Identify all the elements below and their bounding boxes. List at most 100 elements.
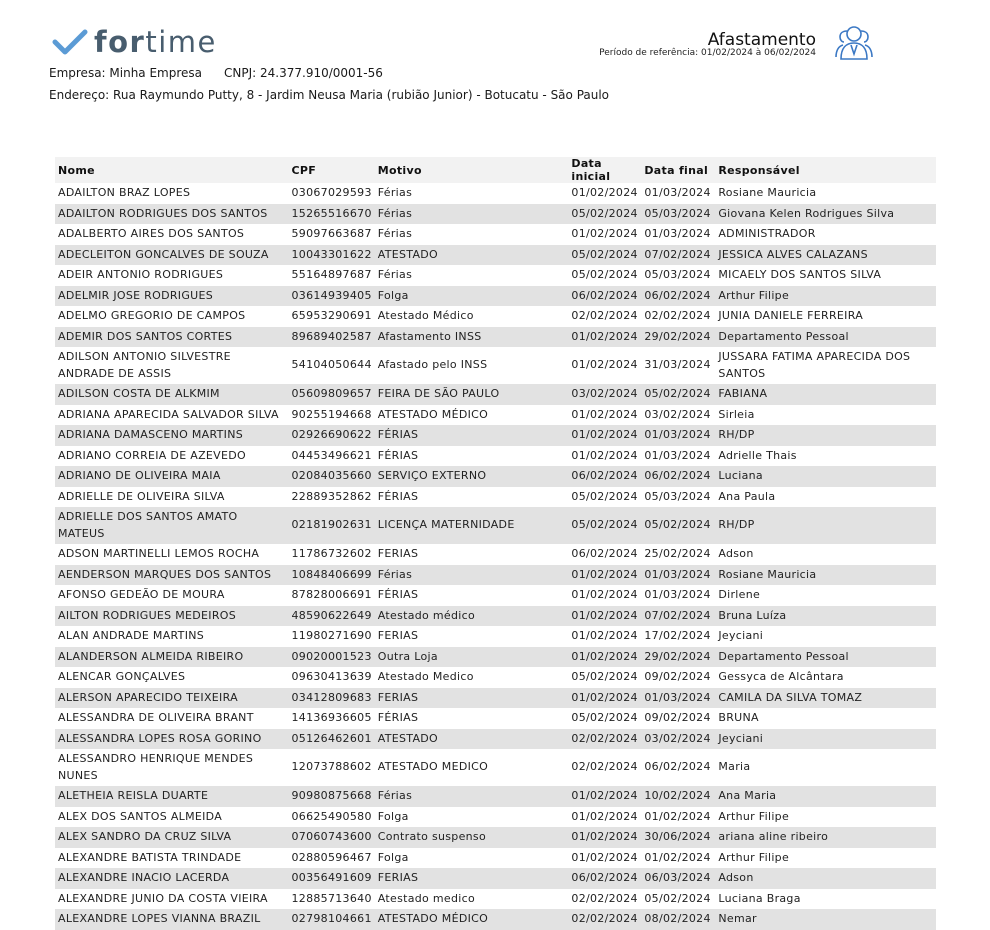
cell-responsavel: Adson [715, 544, 936, 565]
cell-data-inicial: 01/02/2024 [568, 183, 642, 204]
cell-motivo: SERVIÇO EXTERNO [374, 466, 569, 487]
cell-cpf: 11980271690 [288, 626, 375, 647]
company-name: Empresa: Minha Empresa [49, 66, 203, 80]
cell-nome: ALEXANDRE LOPES VIANNA BRAZIL [55, 909, 289, 930]
cell-data-inicial: 05/02/2024 [568, 667, 642, 688]
cell-responsavel: MICAELY DOS SANTOS SILVA [715, 265, 936, 286]
cell-responsavel: Rosiane Mauricia [715, 183, 936, 204]
col-header-motivo: Motivo [374, 157, 569, 183]
cell-cpf: 02798104661 [288, 909, 375, 930]
cell-data-final: 06/03/2024 [641, 868, 716, 889]
cell-nome: ADEIR ANTONIO RODRIGUES [55, 265, 289, 286]
cell-responsavel: Nemar [715, 909, 936, 930]
cell-data-inicial: 06/02/2024 [568, 544, 642, 565]
cell-motivo: FÉRIAS [374, 425, 569, 446]
cell-cpf: 03067029593 [288, 183, 375, 204]
cell-responsavel: BRUNA [715, 708, 936, 729]
cell-motivo: Contrato suspenso [374, 827, 569, 848]
cell-data-final: 05/02/2024 [641, 507, 716, 544]
cell-data-final: 05/03/2024 [641, 265, 716, 286]
cell-responsavel: ariana aline ribeiro [715, 827, 936, 848]
cell-data-final: 30/06/2024 [641, 827, 716, 848]
cell-nome: AILTON RODRIGUES MEDEIROS [55, 605, 289, 626]
cell-nome: ALESSANDRA DE OLIVEIRA BRANT [55, 708, 289, 729]
cell-motivo: Outra Loja [374, 646, 569, 667]
cell-data-inicial: 06/02/2024 [568, 466, 642, 487]
cell-motivo: ATESTADO MÉDICO [374, 909, 569, 930]
cell-data-inicial: 05/02/2024 [568, 708, 642, 729]
cell-responsavel: JUNIA DANIELE FERREIRA [715, 306, 936, 327]
table-row: ALANDERSON ALMEIDA RIBEIRO 09020001523 Out… [55, 646, 936, 667]
cell-responsavel: RH/DP [715, 425, 936, 446]
cell-cpf: 10043301622 [288, 244, 375, 265]
check-icon [52, 29, 88, 55]
cell-motivo: FERIAS [374, 687, 569, 708]
cell-data-inicial: 02/02/2024 [568, 749, 642, 786]
cell-data-inicial: 05/02/2024 [568, 244, 642, 265]
cell-data-final: 01/03/2024 [641, 687, 716, 708]
cell-nome: ADAILTON BRAZ LOPES [55, 183, 289, 204]
cell-data-final: 01/03/2024 [641, 224, 716, 245]
cell-responsavel: Rosiane Mauricia [715, 564, 936, 585]
cell-motivo: Atestado medico [374, 888, 569, 909]
cell-data-inicial: 01/02/2024 [568, 445, 642, 466]
cell-responsavel: Arthur Filipe [715, 285, 936, 306]
cell-data-inicial: 01/02/2024 [568, 687, 642, 708]
table-row: AFONSO GEDEÃO DE MOURA 87828006691 FÉRIAS 0… [55, 585, 936, 606]
cell-motivo: FEIRA DE SÃO PAULO [374, 384, 569, 405]
cell-data-final: 01/02/2024 [641, 847, 716, 868]
cell-responsavel: ADMINISTRADOR [715, 224, 936, 245]
cell-cpf: 06625490580 [288, 806, 375, 827]
cell-motivo: FÉRIAS [374, 708, 569, 729]
cell-cpf: 03614939405 [288, 285, 375, 306]
cell-motivo: Férias [374, 183, 569, 204]
cell-cpf: 02926690622 [288, 425, 375, 446]
cell-nome: ADILSON COSTA DE ALKMIM [55, 384, 289, 405]
cell-motivo: FERIAS [374, 868, 569, 889]
cell-nome: ALENCAR GONÇALVES [55, 667, 289, 688]
cell-data-final: 01/03/2024 [641, 564, 716, 585]
cell-cpf: 90255194668 [288, 404, 375, 425]
cell-motivo: Férias [374, 564, 569, 585]
cell-cpf: 02084035660 [288, 466, 375, 487]
brand-wordmark: fortime [94, 25, 217, 59]
cell-data-inicial: 01/02/2024 [568, 224, 642, 245]
cell-data-inicial: 02/02/2024 [568, 888, 642, 909]
company-cnpj: CNPJ: 24.377.910/0001-56 [224, 66, 383, 80]
cell-data-inicial: 01/02/2024 [568, 347, 642, 384]
cell-nome: ADRIANO CORREIA DE AZEVEDO [55, 445, 289, 466]
cell-nome: ADELMO GREGORIO DE CAMPOS [55, 306, 289, 327]
cell-responsavel: Gessyca de Alcântara [715, 667, 936, 688]
cell-data-inicial: 01/02/2024 [568, 425, 642, 446]
cell-cpf: 00356491609 [288, 868, 375, 889]
col-header-data-final: Data final [641, 157, 716, 183]
cell-data-inicial: 06/02/2024 [568, 868, 642, 889]
cell-motivo: FÉRIAS [374, 445, 569, 466]
cell-cpf: 11786732602 [288, 544, 375, 565]
cell-nome: ADALBERTO AIRES DOS SANTOS [55, 224, 289, 245]
cell-motivo: FÉRIAS [374, 486, 569, 507]
cell-data-final: 03/02/2024 [641, 728, 716, 749]
cell-motivo: ATESTADO [374, 728, 569, 749]
cell-nome: ADRIELLE DE OLIVEIRA SILVA [55, 486, 289, 507]
cell-data-final: 29/02/2024 [641, 646, 716, 667]
cell-data-inicial: 05/02/2024 [568, 507, 642, 544]
cell-cpf: 87828006691 [288, 585, 375, 606]
cell-cpf: 10848406699 [288, 564, 375, 585]
table-row: ALESSANDRA DE OLIVEIRA BRANT 14136936605 F… [55, 708, 936, 729]
cell-cpf: 89689402587 [288, 326, 375, 347]
cell-data-inicial: 05/02/2024 [568, 203, 642, 224]
absence-table: Nome CPF Motivo Data inicial Data final … [55, 157, 936, 930]
table-row: ALENCAR GONÇALVES 09630413639 Atestado Med… [55, 667, 936, 688]
cell-motivo: Férias [374, 265, 569, 286]
cell-motivo: Folga [374, 847, 569, 868]
cell-nome: ADELMIR JOSE RODRIGUES [55, 285, 289, 306]
table-row: ADELMO GREGORIO DE CAMPOS 65953290691 Ates… [55, 306, 936, 327]
cell-data-final: 31/03/2024 [641, 347, 716, 384]
table-row: ADILSON ANTONIO SILVESTRE ANDRADE DE ASS… [55, 347, 936, 384]
cell-motivo: Afastamento INSS [374, 326, 569, 347]
cell-nome: ALEX DOS SANTOS ALMEIDA [55, 806, 289, 827]
cell-data-final: 06/02/2024 [641, 285, 716, 306]
cell-cpf: 90980875668 [288, 786, 375, 807]
cell-responsavel: JESSICA ALVES CALAZANS [715, 244, 936, 265]
